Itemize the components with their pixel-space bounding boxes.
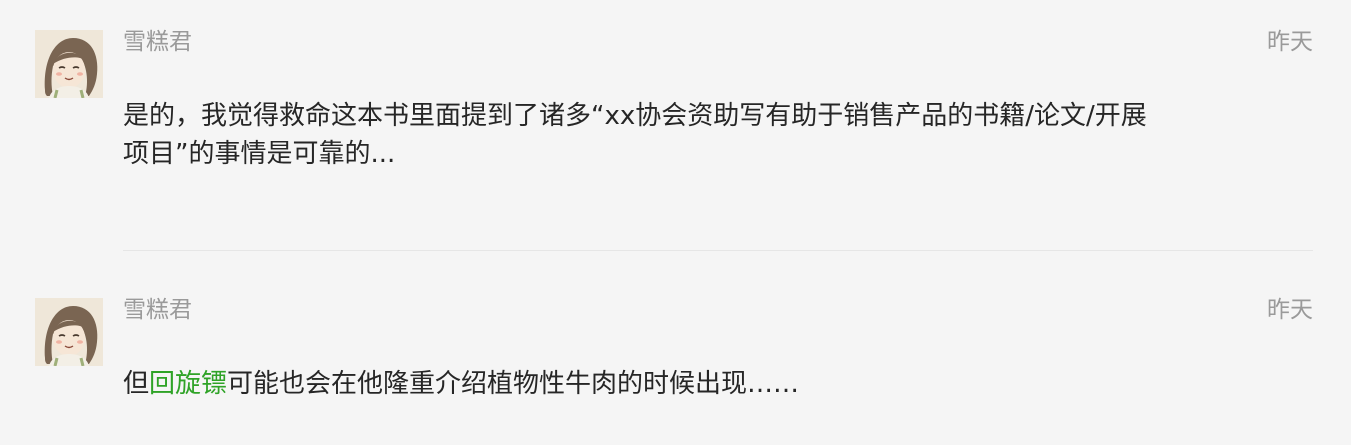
comment-divider bbox=[123, 250, 1313, 251]
comment-text-after: 可能也会在他隆重介绍植物性牛肉的时候出现…… bbox=[227, 369, 800, 399]
comment-timestamp: 昨天 bbox=[1267, 297, 1313, 323]
comment-timestamp: 昨天 bbox=[1267, 29, 1313, 55]
avatar[interactable] bbox=[35, 298, 103, 366]
comment-item: 雪糕君 昨天 是的，我觉得救命这本书里面提到了诸多“xx协会资助写有助于销售产品… bbox=[0, 0, 1351, 251]
comment-text-before: 但 bbox=[123, 369, 150, 399]
comment-item: 雪糕君 昨天 但回旋镖可能也会在他隆重介绍植物性牛肉的时候出现…… bbox=[0, 268, 1351, 445]
avatar[interactable] bbox=[35, 30, 103, 98]
topic-link[interactable]: 回旋镖 bbox=[149, 369, 227, 399]
comment-author[interactable]: 雪糕君 bbox=[123, 28, 192, 56]
cartoon-girl-avatar-icon bbox=[35, 30, 103, 98]
comment-author[interactable]: 雪糕君 bbox=[123, 296, 192, 324]
comment-text: 是的，我觉得救命这本书里面提到了诸多“xx协会资助写有助于销售产品的书籍/论文/… bbox=[123, 101, 1147, 169]
comment-text: 但回旋镖可能也会在他隆重介绍植物性牛肉的时候出现…… bbox=[123, 365, 1153, 403]
cartoon-girl-avatar-icon bbox=[35, 298, 103, 366]
